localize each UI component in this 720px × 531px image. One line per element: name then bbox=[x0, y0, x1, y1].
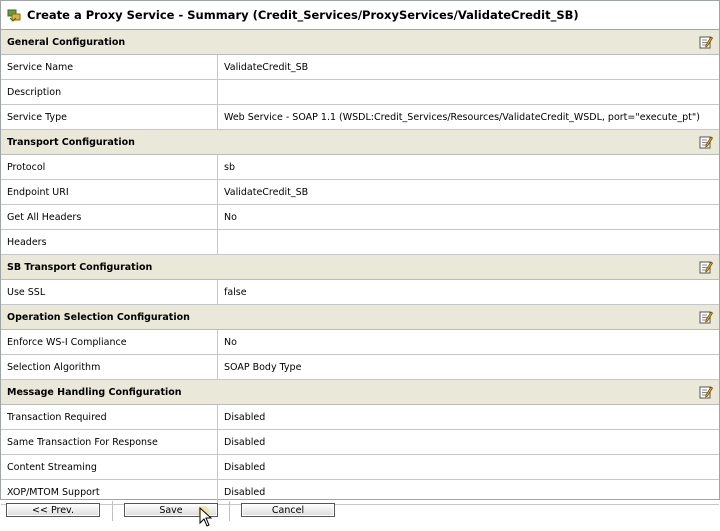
wizard-button-bar: << Prev. Save Cancel bbox=[0, 500, 720, 528]
table-row: Enforce WS-I Compliance No bbox=[1, 330, 719, 355]
section-title: Message Handling Configuration bbox=[7, 386, 182, 398]
section-title: General Configuration bbox=[7, 36, 126, 48]
row-label: Service Type bbox=[1, 105, 218, 129]
button-separator bbox=[229, 501, 230, 521]
row-label: Transaction Required bbox=[1, 405, 218, 429]
table-row: Protocol sb bbox=[1, 155, 719, 180]
row-value: No bbox=[224, 336, 237, 348]
section-header: Message Handling Configuration bbox=[1, 380, 719, 405]
row-label: Selection Algorithm bbox=[1, 355, 218, 379]
row-label: Protocol bbox=[1, 155, 218, 179]
button-separator bbox=[112, 501, 113, 521]
edit-icon[interactable] bbox=[699, 35, 714, 49]
row-value: sb bbox=[224, 161, 235, 173]
summary-sections: General Configuration Service Name Validat… bbox=[1, 30, 719, 505]
summary-panel: Create a Proxy Service - Summary (Credit… bbox=[0, 0, 720, 505]
table-row: Same Transaction For Response Disabled bbox=[1, 430, 719, 455]
row-value: Web Service - SOAP 1.1 (WSDL:Credit_Serv… bbox=[224, 111, 700, 123]
row-value: Disabled bbox=[224, 461, 266, 473]
row-label: Content Streaming bbox=[1, 455, 218, 479]
mouse-cursor-icon bbox=[197, 506, 216, 528]
edit-icon[interactable] bbox=[699, 260, 714, 274]
row-value: No bbox=[224, 211, 237, 223]
section-title: Transport Configuration bbox=[7, 136, 135, 148]
page-title: Create a Proxy Service - Summary (Credit… bbox=[27, 8, 579, 22]
row-value: ValidateCredit_SB bbox=[224, 186, 309, 198]
row-label: Same Transaction For Response bbox=[1, 430, 218, 454]
row-value: ValidateCredit_SB bbox=[224, 61, 309, 73]
section-header: Operation Selection Configuration bbox=[1, 305, 719, 330]
table-row: Transaction Required Disabled bbox=[1, 405, 719, 430]
table-row: Description bbox=[1, 80, 719, 105]
edit-icon[interactable] bbox=[699, 385, 714, 399]
table-row: Use SSL false bbox=[1, 280, 719, 305]
cancel-button[interactable]: Cancel bbox=[241, 503, 335, 517]
edit-icon[interactable] bbox=[699, 310, 714, 324]
row-value bbox=[218, 230, 719, 254]
table-row: Get All Headers No bbox=[1, 205, 719, 230]
table-row: Selection Algorithm SOAP Body Type bbox=[1, 355, 719, 380]
row-value: SOAP Body Type bbox=[224, 361, 302, 373]
section-title: SB Transport Configuration bbox=[7, 261, 153, 273]
row-label: Description bbox=[1, 80, 218, 104]
row-label: Headers bbox=[1, 230, 218, 254]
row-value: Disabled bbox=[224, 436, 266, 448]
row-label: Use SSL bbox=[1, 280, 218, 304]
row-label: Endpoint URI bbox=[1, 180, 218, 204]
table-row: Content Streaming Disabled bbox=[1, 455, 719, 480]
section-header: General Configuration bbox=[1, 30, 719, 55]
row-label: Get All Headers bbox=[1, 205, 218, 229]
table-row: Service Name ValidateCredit_SB bbox=[1, 55, 719, 80]
row-value bbox=[218, 80, 719, 104]
edit-icon[interactable] bbox=[699, 135, 714, 149]
row-value: false bbox=[224, 286, 247, 298]
row-value: Disabled bbox=[224, 411, 266, 423]
prev-button[interactable]: << Prev. bbox=[6, 503, 100, 517]
table-row: Headers bbox=[1, 230, 719, 255]
section-title: Operation Selection Configuration bbox=[7, 311, 190, 323]
proxy-service-icon bbox=[7, 8, 21, 22]
panel-title-bar: Create a Proxy Service - Summary (Credit… bbox=[1, 1, 719, 30]
section-header: SB Transport Configuration bbox=[1, 255, 719, 280]
row-label: Enforce WS-I Compliance bbox=[1, 330, 218, 354]
row-label: Service Name bbox=[1, 55, 218, 79]
section-header: Transport Configuration bbox=[1, 130, 719, 155]
table-row: Endpoint URI ValidateCredit_SB bbox=[1, 180, 719, 205]
table-row: Service Type Web Service - SOAP 1.1 (WSDL… bbox=[1, 105, 719, 130]
